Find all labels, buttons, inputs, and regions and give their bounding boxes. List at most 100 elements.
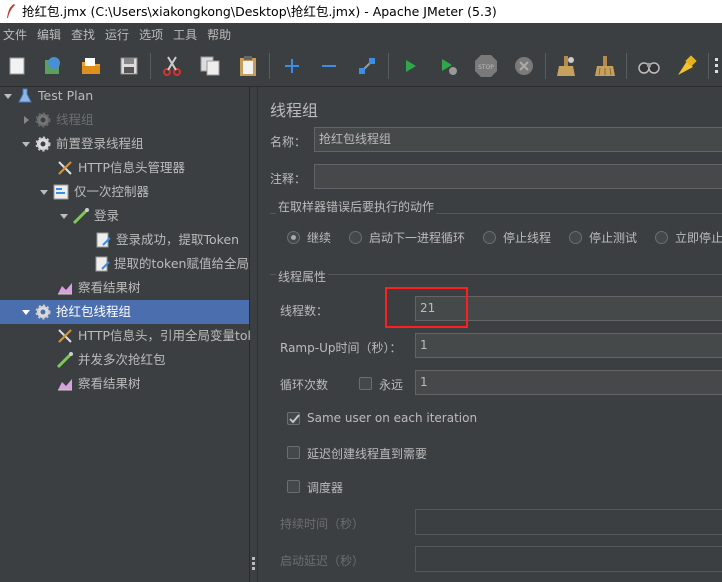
tree-node-http-header-manager[interactable]: HTTP信息头管理器 — [56, 156, 250, 180]
tree-node-test-plan[interactable]: Test Plan — [2, 84, 250, 108]
chart-icon — [56, 375, 74, 393]
chevron-down-icon[interactable] — [20, 138, 32, 150]
tree-node-extract-token[interactable]: 登录成功，提取Token — [94, 228, 250, 252]
tree-node-label: 并发多次抢红包 — [78, 352, 166, 367]
menu-edit[interactable]: 编辑 — [34, 26, 64, 43]
startup-delay-field[interactable] — [415, 546, 722, 572]
scheduler-checkbox[interactable] — [287, 480, 300, 493]
radio-continue[interactable] — [287, 231, 300, 244]
reset-search-icon[interactable] — [674, 54, 698, 78]
group-divider — [270, 274, 722, 275]
document-edit-icon — [94, 255, 110, 273]
menu-search[interactable]: 查找 — [68, 26, 98, 43]
radio-stop-now-label: 立即停止 — [675, 231, 722, 245]
tree-node-view-results-tree[interactable]: 察看结果树 — [56, 276, 250, 300]
save-icon[interactable] — [117, 54, 141, 78]
radio-stop-thread-label: 停止线程 — [503, 231, 552, 245]
delay-thread-label: 延迟创建线程直到需要 — [307, 447, 428, 461]
duration-label: 持续时间（秒） — [280, 517, 365, 531]
scheduler-label: 调度器 — [307, 481, 344, 495]
copy-icon[interactable] — [198, 54, 222, 78]
radio-continue-label: 继续 — [307, 231, 332, 245]
menu-options[interactable]: 选项 — [136, 26, 166, 43]
menu-run[interactable]: 运行 — [102, 26, 132, 43]
tree-node-http-header-global-token[interactable]: HTTP信息头，引用全局变量toke — [56, 324, 250, 348]
tree-node-login-sampler[interactable]: 登录 — [58, 204, 250, 228]
thread-group-panel: 线程组 名称： 抢红包线程组 注释： 在取样器错误后要执行的动作 继续 启动下一… — [258, 87, 722, 582]
gear-icon — [34, 111, 52, 129]
open-icon[interactable] — [79, 54, 103, 78]
paste-icon[interactable] — [236, 54, 260, 78]
duration-field[interactable] — [415, 509, 722, 535]
flask-icon — [16, 87, 34, 105]
name-field[interactable]: 抢红包线程组 — [314, 127, 722, 152]
radio-stop-test-label: 停止测试 — [589, 231, 638, 245]
new-icon[interactable] — [5, 54, 29, 78]
chevron-down-icon[interactable] — [58, 210, 70, 222]
toolbar-separator — [626, 53, 627, 79]
loop-field[interactable]: 1 — [415, 370, 722, 395]
menu-file[interactable]: 文件 — [0, 26, 30, 43]
menu-tools[interactable]: 工具 — [170, 26, 200, 43]
toggle-icon[interactable] — [355, 54, 379, 78]
forever-checkbox[interactable] — [359, 377, 372, 390]
threads-label: 线程数： — [280, 304, 329, 318]
pipette-icon — [72, 207, 90, 225]
more-icon[interactable] — [712, 54, 722, 78]
tree-node-concurrent-grab[interactable]: 并发多次抢红包 — [56, 348, 250, 372]
tree-node-login-thread-group[interactable]: 前置登录线程组 — [20, 132, 250, 156]
toolbar-separator — [388, 53, 389, 79]
svg-text:STOP: STOP — [478, 64, 494, 71]
same-user-checkbox[interactable] — [287, 412, 300, 425]
shutdown-icon[interactable] — [512, 54, 536, 78]
radio-start-next-loop[interactable] — [349, 231, 362, 244]
collapse-icon[interactable] — [317, 54, 341, 78]
tree-node-once-only-controller[interactable]: 仅一次控制器 — [38, 180, 250, 204]
radio-stop-test[interactable] — [569, 231, 582, 244]
start-no-pause-icon[interactable] — [436, 54, 460, 78]
radio-stop-thread[interactable] — [483, 231, 496, 244]
tree-node-label: HTTP信息头管理器 — [78, 160, 185, 175]
wrench-icon — [56, 159, 74, 177]
menu-help[interactable]: 帮助 — [204, 26, 234, 43]
tree-node-assign-token-global[interactable]: 提取的token赋值给全局变 — [94, 252, 250, 276]
toolbar-separator — [708, 53, 709, 79]
stop-icon[interactable]: STOP — [474, 54, 498, 78]
chevron-down-icon[interactable] — [38, 186, 50, 198]
controller-icon — [52, 183, 70, 201]
clear-all-icon[interactable] — [593, 54, 617, 78]
window-title: 抢红包.jmx (C:\Users\xiakongkong\Desktop\抢红… — [22, 4, 497, 19]
chevron-down-icon[interactable] — [2, 90, 14, 102]
pipette-icon — [56, 351, 74, 369]
tree-node-label: 登录 — [94, 208, 120, 223]
tree-node-redpacket-thread-group[interactable]: 抢红包线程组 — [0, 300, 249, 324]
rampup-field[interactable]: 1 — [415, 333, 722, 358]
tree-node-label: Test Plan — [38, 88, 94, 103]
tree-node-view-results-tree-2[interactable]: 察看结果树 — [56, 372, 250, 396]
radio-stop-now[interactable] — [655, 231, 668, 244]
test-plan-tree[interactable]: Test Plan 线程组 前置登录线程组 HTTP信息头管理器 仅一次控制器 … — [0, 87, 250, 582]
tree-node-label: 抢红包线程组 — [56, 304, 132, 319]
search-icon[interactable] — [637, 54, 661, 78]
chevron-right-icon[interactable] — [20, 114, 32, 126]
chart-icon — [56, 279, 74, 297]
jmeter-feather-icon — [7, 4, 15, 18]
check-icon — [289, 414, 300, 424]
templates-icon[interactable] — [41, 54, 65, 78]
expand-icon[interactable] — [280, 54, 304, 78]
tree-node-label: 登录成功，提取Token — [116, 232, 240, 247]
clear-icon[interactable] — [555, 54, 579, 78]
cut-icon[interactable] — [160, 54, 184, 78]
wrench-icon — [56, 327, 74, 345]
comment-field[interactable] — [314, 164, 722, 189]
toolbar-separator — [269, 53, 270, 79]
error-action-title: 在取样器错误后要执行的动作 — [276, 198, 437, 215]
gear-icon — [34, 135, 52, 153]
same-user-label: Same user on each iteration — [307, 411, 478, 425]
delay-thread-checkbox[interactable] — [287, 446, 300, 459]
panel-splitter[interactable] — [250, 87, 258, 582]
grip-icon[interactable] — [252, 557, 255, 571]
tree-node-thread-group-disabled[interactable]: 线程组 — [20, 108, 250, 132]
chevron-down-icon[interactable] — [20, 306, 32, 318]
start-icon[interactable] — [398, 54, 422, 78]
